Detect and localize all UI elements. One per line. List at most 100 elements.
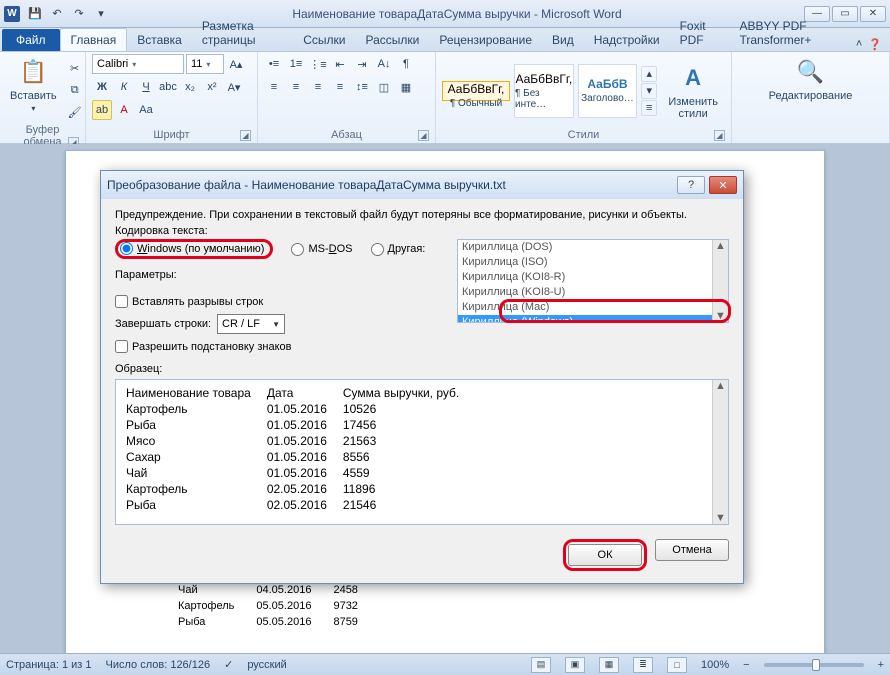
encoding-option[interactable]: Кириллица (KOI8-U) [458, 285, 728, 300]
format-painter-icon[interactable]: 🖌 [65, 102, 85, 122]
checkbox-insert-breaks[interactable]: Вставлять разрывы строк [115, 295, 425, 308]
bullets-icon[interactable]: •≡ [264, 54, 284, 74]
grow-font-icon[interactable]: A▴ [226, 54, 246, 74]
show-marks-icon[interactable]: ¶ [396, 54, 416, 74]
ribbon-minimize-icon[interactable]: ˄ [856, 38, 862, 51]
encoding-option[interactable]: Кириллица (Mac) [458, 300, 728, 315]
justify-icon[interactable]: ≡ [330, 77, 350, 97]
tab-abbyy[interactable]: ABBYY PDF Transformer+ [730, 15, 856, 51]
tab-view[interactable]: Вид [542, 29, 584, 51]
tab-home[interactable]: Главная [60, 28, 128, 51]
styles-up-icon[interactable]: ▴ [641, 66, 657, 82]
dialog-close-button[interactable]: ✕ [709, 176, 737, 194]
radio-msdos-input[interactable] [291, 243, 304, 256]
cancel-button[interactable]: Отмена [655, 539, 729, 561]
checkbox-allow-substitution[interactable]: Разрешить подстановку знаков [115, 340, 425, 353]
copy-icon[interactable]: ⧉ [65, 80, 85, 100]
borders-icon[interactable]: ▦ [396, 77, 416, 97]
style-name: ¶ Обычный [450, 98, 502, 109]
help-icon[interactable]: ❓ [868, 38, 882, 51]
sample-scrollbar[interactable]: ▲▼ [712, 380, 728, 524]
strike-icon[interactable]: abc [158, 77, 178, 97]
encoding-option[interactable]: Кириллица (KOI8-R) [458, 270, 728, 285]
radio-other[interactable]: Другая: [371, 243, 426, 256]
subscript-icon[interactable]: x₂ [180, 77, 200, 97]
align-right-icon[interactable]: ≡ [308, 77, 328, 97]
tab-file[interactable]: Файл [2, 29, 60, 51]
tab-layout[interactable]: Разметка страницы [192, 15, 293, 51]
view-web-icon[interactable]: ▦ [599, 657, 619, 673]
status-word-count[interactable]: Число слов: 126/126 [106, 659, 211, 671]
font-name-combo[interactable]: Calibri▾ [92, 54, 184, 74]
zoom-slider[interactable] [764, 663, 864, 667]
endlines-combo[interactable]: CR / LF▼ [217, 314, 285, 334]
styles-more-icon[interactable]: ≡ [641, 100, 657, 116]
multilevel-icon[interactable]: ⋮≡ [308, 54, 328, 74]
clear-format-icon[interactable]: Aa [136, 100, 156, 120]
italic-button[interactable]: К [114, 77, 134, 97]
encoding-option[interactable]: Кириллица (DOS) [458, 240, 728, 255]
style-no-spacing[interactable]: АаБбВвГг, ¶ Без инте… [514, 64, 574, 118]
view-outline-icon[interactable]: ≣ [633, 657, 653, 673]
styles-launcher-icon[interactable]: ◢ [714, 130, 725, 141]
indent-inc-icon[interactable]: ⇥ [352, 54, 372, 74]
ok-button[interactable]: ОК [568, 544, 642, 566]
radio-other-input[interactable] [371, 243, 384, 256]
encoding-option[interactable]: Кириллица (Windows) [458, 315, 728, 323]
sort-icon[interactable]: A↓ [374, 54, 394, 74]
zoom-out-button[interactable]: − [743, 659, 749, 671]
encoding-listbox[interactable]: Кириллица (DOS)Кириллица (ISO)Кириллица … [457, 239, 729, 323]
paste-button[interactable]: 📋 Вставить ▾ [6, 54, 61, 115]
radio-windows-input[interactable] [120, 242, 133, 255]
qat-more-icon[interactable]: ▾ [92, 5, 110, 23]
undo-icon[interactable]: ↶ [48, 5, 66, 23]
view-print-layout-icon[interactable]: ▤ [531, 657, 551, 673]
save-icon[interactable]: 💾 [26, 5, 44, 23]
text-effects-icon[interactable]: A▾ [224, 77, 244, 97]
style-heading[interactable]: АаБбВ Заголово… [578, 64, 638, 118]
tab-mailings[interactable]: Рассылки [356, 29, 430, 51]
styles-down-icon[interactable]: ▾ [641, 83, 657, 99]
highlight-icon[interactable]: ab [92, 100, 112, 120]
view-draft-icon[interactable]: □ [667, 657, 687, 673]
status-language[interactable]: русский [247, 659, 286, 671]
zoom-percent[interactable]: 100% [701, 659, 729, 671]
redo-icon[interactable]: ↷ [70, 5, 88, 23]
shading-icon[interactable]: ◫ [374, 77, 394, 97]
listbox-scrollbar[interactable]: ▲▼ [712, 240, 728, 322]
underline-button[interactable]: Ч [136, 77, 156, 97]
tab-references[interactable]: Ссылки [293, 29, 355, 51]
bold-button[interactable]: Ж [92, 77, 112, 97]
style-normal[interactable]: АаБбВвГг, ¶ Обычный [442, 81, 510, 101]
font-launcher-icon[interactable]: ◢ [240, 130, 251, 141]
checkbox-insert-breaks-input[interactable] [115, 295, 128, 308]
encoding-option[interactable]: Кириллица (ISO) [458, 255, 728, 270]
checkbox-allow-substitution-input[interactable] [115, 340, 128, 353]
style-name: ¶ Без инте… [515, 88, 573, 110]
tab-addins[interactable]: Надстройки [584, 29, 670, 51]
font-color-icon[interactable]: A [114, 100, 134, 120]
change-styles-button[interactable]: A Изменить стили [661, 60, 725, 122]
superscript-icon[interactable]: x² [202, 77, 222, 97]
font-size-combo[interactable]: 11▾ [186, 54, 224, 74]
radio-msdos[interactable]: MS-DOS [291, 243, 352, 256]
radio-windows[interactable]: Windows (по умолчанию) [120, 242, 264, 255]
proofing-icon[interactable]: ✓ [224, 658, 233, 671]
zoom-thumb[interactable] [812, 659, 820, 671]
cut-icon[interactable]: ✂ [65, 58, 85, 78]
align-center-icon[interactable]: ≡ [286, 77, 306, 97]
tab-foxit[interactable]: Foxit PDF [670, 15, 730, 51]
close-button[interactable]: ✕ [860, 6, 886, 22]
align-left-icon[interactable]: ≡ [264, 77, 284, 97]
indent-dec-icon[interactable]: ⇤ [330, 54, 350, 74]
paragraph-launcher-icon[interactable]: ◢ [418, 130, 429, 141]
tab-insert[interactable]: Вставка [127, 29, 192, 51]
tab-review[interactable]: Рецензирование [429, 29, 542, 51]
numbering-icon[interactable]: 1≡ [286, 54, 306, 74]
zoom-in-button[interactable]: + [878, 659, 884, 671]
status-page[interactable]: Страница: 1 из 1 [6, 659, 92, 671]
line-spacing-icon[interactable]: ↕≡ [352, 77, 372, 97]
dialog-help-button[interactable]: ? [677, 176, 705, 194]
view-read-icon[interactable]: ▣ [565, 657, 585, 673]
editing-button[interactable]: 🔍 Редактирование [765, 54, 857, 104]
